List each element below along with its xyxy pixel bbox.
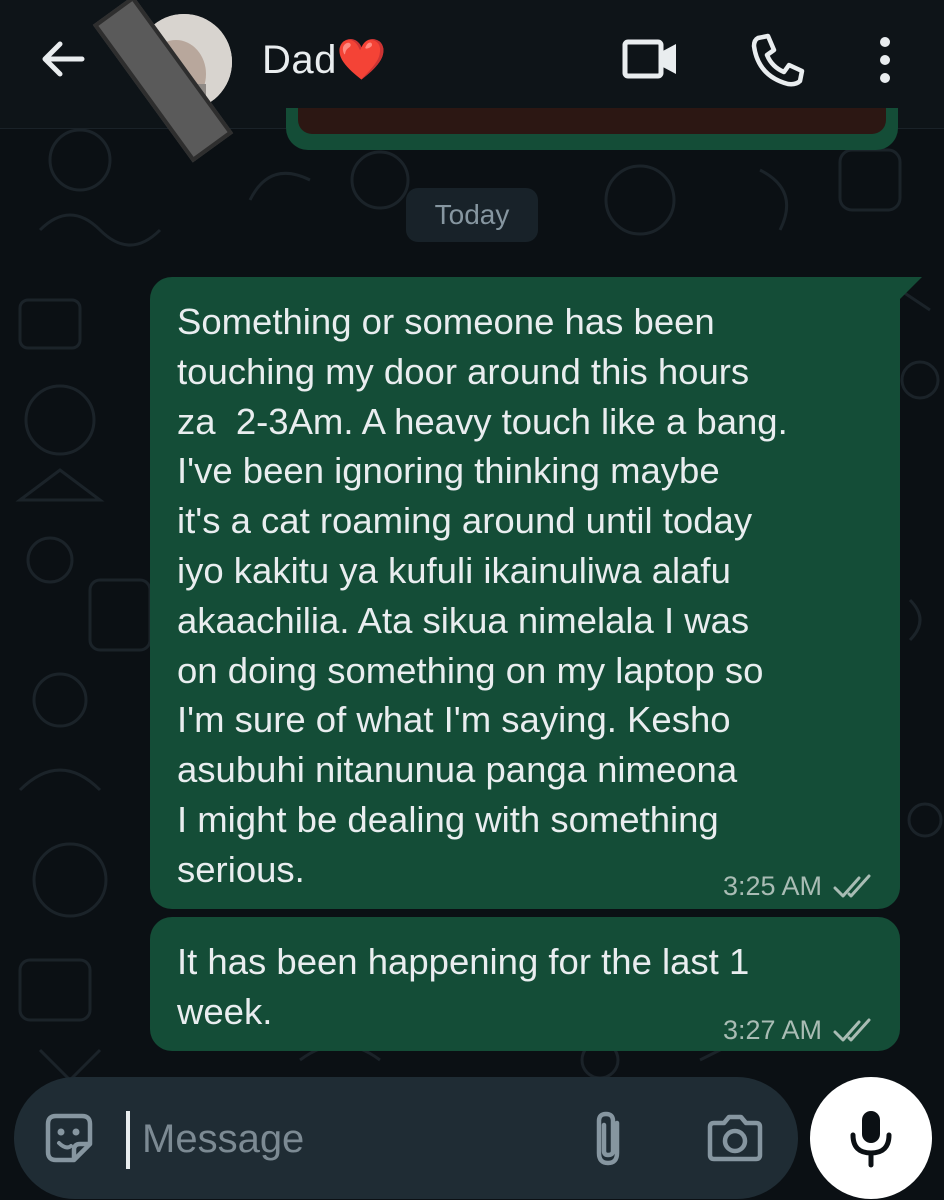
back-arrow-icon[interactable] <box>38 34 88 84</box>
message-line: touching my door around this hours <box>177 350 750 392</box>
message-line: asubuhi nitanunua panga nimeona <box>177 749 738 791</box>
message-line: It has been happening for the last 1 <box>177 941 750 982</box>
mic-button[interactable] <box>810 1077 932 1199</box>
message-bubble[interactable]: Something or someone has been touching m… <box>150 277 922 912</box>
attach-icon[interactable] <box>586 1107 632 1171</box>
message-time: 3:27 AM <box>722 1015 822 1045</box>
double-check-icon <box>833 874 871 898</box>
mic-icon <box>850 1111 892 1168</box>
message-line: I've been ignoring thinking maybe <box>177 450 720 492</box>
message-line: za 2-3Am. A heavy touch like a bang. <box>177 400 788 442</box>
text-cursor <box>126 1111 130 1169</box>
message-time: 3:25 AM <box>722 871 822 901</box>
date-divider: Today <box>406 188 538 242</box>
message-line: on doing something on my laptop so <box>177 649 764 691</box>
message-meta: 3:25 AM <box>723 862 876 912</box>
message-text: Something or someone has been touching m… <box>177 297 877 895</box>
previous-message-bubble <box>286 108 898 150</box>
message-composer <box>14 1077 798 1199</box>
voice-call-icon[interactable] <box>748 30 808 90</box>
message-line: it's a cat roaming around until today <box>177 500 753 542</box>
message-input[interactable] <box>142 1101 562 1177</box>
message-meta: 3:27 AM <box>723 1006 876 1056</box>
double-check-icon <box>833 1018 871 1042</box>
message-bubble[interactable]: It has been happening for the last 1 wee… <box>150 917 900 1051</box>
message-line: iyo kakitu ya kufuli ikainuliwa alafu <box>177 549 731 591</box>
message-line: I might be dealing with something <box>177 798 719 840</box>
more-options-icon[interactable] <box>858 30 912 90</box>
contact-name[interactable]: Dad❤️ <box>262 36 387 83</box>
video-call-icon[interactable] <box>620 30 680 90</box>
message-line: akaachilia. Ata sikua nimelala I was <box>177 599 750 641</box>
sticker-icon[interactable] <box>40 1110 98 1168</box>
message-line: I'm sure of what I'm saying. Kesho <box>177 699 731 741</box>
message-line: Something or someone has been <box>177 301 715 342</box>
camera-icon[interactable] <box>704 1109 766 1167</box>
